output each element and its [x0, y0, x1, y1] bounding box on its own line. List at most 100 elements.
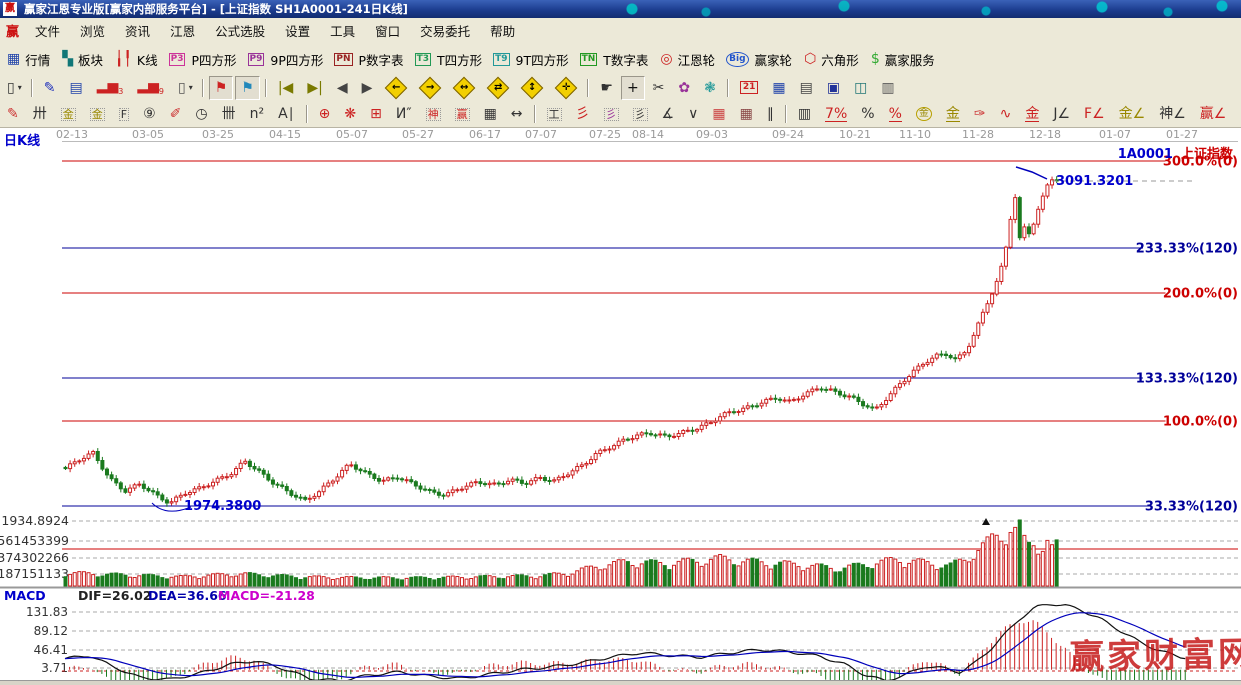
span-arrow-tool[interactable]: ↔ [505, 102, 529, 126]
expand-y-button[interactable]: ↕ [516, 76, 548, 100]
win-angle-icon: 赢∠ [1199, 106, 1227, 122]
p-square-button[interactable]: P3 P四方形 [164, 47, 241, 71]
red-grid-tool[interactable]: ▦ [706, 102, 731, 126]
gong-square-tool[interactable]: 工 [541, 102, 568, 126]
percent-line-tool[interactable]: % [883, 102, 908, 126]
next-bar-button[interactable]: ▶ [356, 76, 379, 100]
gold-circle-tool[interactable]: 金 [910, 102, 938, 126]
winner-service-button[interactable]: $ 赢家服务 [865, 47, 939, 71]
f-grid-tool[interactable]: F [113, 102, 135, 126]
angle-arrow-tool[interactable]: ∡ [656, 102, 681, 126]
t-square-button[interactable]: T3 T四方形 [410, 47, 487, 71]
calculator-button[interactable]: ▦ [766, 76, 791, 100]
percent-line-icon: % [888, 105, 902, 122]
web-tool-button[interactable]: ❃ [698, 76, 722, 100]
menu-item-window-menu[interactable]: 窗口 [365, 19, 410, 45]
boxed-web-tool[interactable]: ⊞ [364, 102, 388, 126]
hollow-candle-button[interactable]: ▯ ▾ [172, 76, 197, 100]
candle-style-button[interactable]: ▯ ▾ [1, 76, 26, 100]
fan-dark-tool[interactable]: 彡 [627, 102, 654, 126]
quotes-button[interactable]: ▦ 行情 [1, 47, 54, 71]
winner-wheel-button[interactable]: Big 赢家轮 [721, 47, 796, 71]
toolbar-separator [30, 78, 33, 97]
t-number-button[interactable]: TN T数字表 [575, 47, 653, 71]
menu-item-news[interactable]: 资讯 [115, 19, 160, 45]
gann-wheel-button[interactable]: ◎ 江恩轮 [654, 47, 719, 71]
flower-tool-button[interactable]: ✿ [672, 76, 696, 100]
price-scale-tool[interactable]: ▥ [792, 102, 817, 126]
brush-arrow-tool[interactable]: ✑ [968, 102, 992, 126]
menu-item-file[interactable]: 文件 [25, 19, 70, 45]
gold-underline-tool[interactable]: 金 [1019, 102, 1045, 126]
expand-x-button[interactable]: ↔ [448, 76, 480, 100]
n2-tool[interactable]: n² [244, 102, 271, 126]
menu-item-browse[interactable]: 浏览 [70, 19, 115, 45]
save-button[interactable]: ▣ [821, 76, 846, 100]
menu-item-tools[interactable]: 工具 [320, 19, 365, 45]
j-angle-tool[interactable]: J∠ [1047, 102, 1076, 126]
si-angle-tool[interactable]: 四∠ [1234, 102, 1241, 126]
win-grid-tool[interactable]: 赢 [449, 102, 476, 126]
first-bar-button[interactable]: |◀ [272, 76, 299, 100]
f-angle-tool[interactable]: F∠ [1078, 102, 1111, 126]
sectors-button[interactable]: ▚ 板块 [56, 47, 107, 71]
last-bar-button[interactable]: ▶| [301, 76, 328, 100]
gold-grid-tool[interactable]: 金 [55, 102, 82, 126]
shen-angle-tool[interactable]: 神∠ [1153, 102, 1192, 126]
red-grid2-tool[interactable]: ▦ [734, 102, 759, 126]
menu-item-help[interactable]: 帮助 [480, 19, 525, 45]
grid2-tool[interactable]: 卌 [216, 102, 242, 126]
fan-lines-tool[interactable]: 彡 [570, 102, 596, 126]
menu-item-formula-picker[interactable]: 公式选股 [205, 19, 275, 45]
fit-all-button[interactable]: ✛ [550, 76, 582, 100]
parallel-tool[interactable]: ∥ [761, 102, 780, 126]
shift-right-button[interactable]: → [414, 76, 446, 100]
hexagon-button[interactable]: ⬡ 六角形 [798, 47, 863, 71]
prev-bar-button[interactable]: ◀ [331, 76, 354, 100]
cut-tool-button[interactable]: ✂ [647, 76, 671, 100]
gold-line-tool[interactable]: 金 [940, 102, 966, 126]
gold-grid2-tool[interactable]: 金 [84, 102, 111, 126]
calendar-button[interactable]: 21 [734, 76, 765, 100]
v-wave-tool[interactable]: ∨ [682, 102, 704, 126]
compass-tool[interactable]: ✎ [1, 102, 25, 126]
percent7-tool[interactable]: 7% [819, 102, 853, 126]
gold-angle-tool[interactable]: 金∠ [1113, 102, 1152, 126]
percent-tool[interactable]: % [855, 102, 880, 126]
fan-box-tool[interactable]: 彡 [598, 102, 625, 126]
circle-cross-tool[interactable]: ⊕ [313, 102, 337, 126]
wave-tool[interactable]: ∿ [994, 102, 1018, 126]
gann-web-tool[interactable]: ❋ [338, 102, 362, 126]
menu-item-settings[interactable]: 设置 [275, 19, 320, 45]
grid-tool[interactable]: 卅 [27, 102, 53, 126]
print-button[interactable]: ▥ [875, 76, 900, 100]
hand-tool-button[interactable]: ☛ [594, 76, 619, 100]
menu-item-trade-orders[interactable]: 交易委托 [410, 19, 480, 45]
ruler-grid-tool[interactable]: ▦ [478, 102, 503, 126]
notes-button[interactable]: ▤ [794, 76, 819, 100]
p-number-button[interactable]: PN P数字表 [329, 47, 407, 71]
spiral9-tool[interactable]: ⑨ [137, 102, 162, 126]
marker-pen-tool[interactable]: ✐ [164, 102, 188, 126]
shift-left-button[interactable]: ← [380, 76, 412, 100]
bottom-scrollbar[interactable] [0, 680, 1241, 685]
gann-draw-button[interactable]: ✎ [38, 76, 62, 100]
bars9-button[interactable]: ▂▅9 [131, 76, 170, 100]
color-kline-button[interactable]: ⚑ [235, 75, 260, 100]
kline-button[interactable]: ╽╿ K线 [109, 47, 162, 71]
win-angle-tool[interactable]: 赢∠ [1194, 102, 1233, 126]
compress-x-button[interactable]: ⇄ [482, 76, 514, 100]
menu-item-gann[interactable]: 江恩 [160, 19, 205, 45]
shen-grid-tool[interactable]: 神 [420, 102, 447, 126]
net-save-button[interactable]: ◫ [848, 76, 873, 100]
bars3-button[interactable]: ▂▅3 [91, 76, 130, 100]
chart-area[interactable]: 02-13 03-05 03-25 04-15 05-07 05-27 06-17 07-07… [0, 127, 1241, 681]
9p-square-button[interactable]: P9 9P四方形 [243, 47, 328, 71]
a-line-tool[interactable]: A∣ [272, 102, 301, 126]
pattern-flag-button[interactable]: ⚑ [208, 75, 234, 100]
info-panel-button[interactable]: ▤ [63, 76, 88, 100]
n-quote-tool[interactable]: И″ [390, 102, 418, 126]
9t-square-button[interactable]: T9 9T四方形 [488, 47, 573, 71]
time-circle-tool[interactable]: ◷ [189, 102, 213, 126]
crosshair-button[interactable]: + [620, 75, 645, 100]
